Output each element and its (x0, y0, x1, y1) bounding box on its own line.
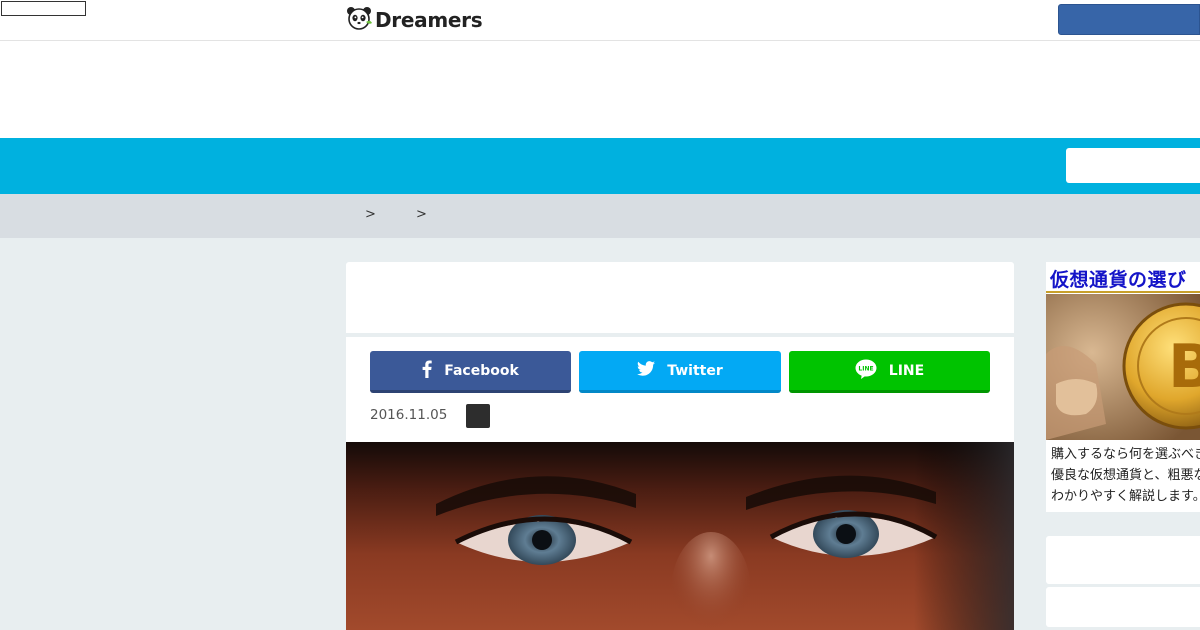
logo-text: Dreamers (375, 8, 483, 32)
sidebar-ad-line: わかりやすく解説します。 (1051, 489, 1200, 504)
sidebar-ad-line: 購入するなら何を選ぶべき (1051, 447, 1200, 462)
breadcrumb-separator: > (365, 207, 376, 222)
sidebar-ad-description: 購入するなら何を選ぶべき 優良な仮想通貨と、粗悪な わかりやすく解説します。 (1051, 444, 1200, 507)
sidebar-ad-line: 優良な仮想通貨と、粗悪な (1051, 468, 1200, 483)
article-card: Facebook Twitter LINE LINE 2016.11.05 (346, 337, 1014, 630)
breadcrumb: > > (0, 194, 1200, 238)
line-share-button[interactable]: LINE LINE (789, 351, 990, 393)
site-logo[interactable]: Dreamers (346, 5, 483, 35)
svg-text:LINE: LINE (858, 365, 873, 372)
panda-icon (346, 5, 372, 35)
top-ad-space (0, 41, 1200, 138)
facebook-share-button[interactable]: Facebook (370, 351, 571, 393)
twitter-share-button[interactable]: Twitter (579, 351, 781, 393)
article-date: 2016.11.05 (370, 407, 448, 423)
twitter-share-label: Twitter (667, 362, 723, 379)
facebook-icon (422, 360, 432, 382)
sidebar-ad-crypto[interactable]: 仮想通貨の選び B 購入するなら何を選ぶべき 優良な仮想通貨と、粗悪な わかりや… (1046, 262, 1200, 512)
author-avatar[interactable] (466, 404, 490, 428)
breadcrumb-separator: > (416, 207, 427, 222)
sidebar-ad-divider (1046, 291, 1200, 293)
facebook-share-label: Facebook (444, 362, 519, 379)
site-header: Dreamers (0, 0, 1200, 41)
sidebar-widget (1046, 587, 1200, 627)
search-input[interactable] (1066, 148, 1200, 183)
line-share-label: LINE (888, 362, 925, 379)
skip-link-box[interactable] (1, 1, 86, 16)
article-title-card (346, 262, 1014, 333)
bitcoin-coin-image: B (1046, 294, 1200, 440)
global-nav (0, 138, 1200, 194)
header-menu-button[interactable] (1058, 4, 1200, 35)
twitter-icon (637, 361, 656, 380)
bitcoin-symbol: B (1168, 332, 1200, 402)
article-hero-image (346, 442, 1014, 630)
sidebar-ad-title: 仮想通貨の選び (1050, 269, 1187, 291)
line-icon: LINE (855, 359, 877, 383)
sidebar-widget (1046, 536, 1200, 584)
